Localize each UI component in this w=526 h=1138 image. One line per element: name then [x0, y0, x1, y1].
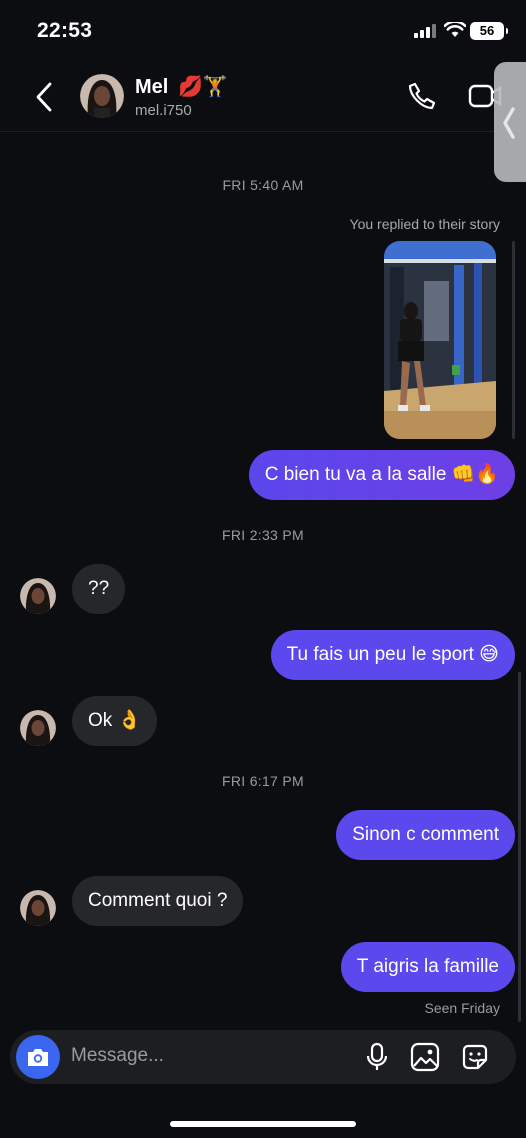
story-scroll-indicator: [512, 241, 515, 439]
contact-emoji: 💋🏋: [178, 76, 228, 98]
camera-icon: [28, 1049, 48, 1066]
chat-header: Mel 💋🏋 mel.i750: [0, 62, 526, 132]
message-list[interactable]: FRI 5:40 AM You replied to their story C…: [0, 132, 526, 1022]
back-button[interactable]: [30, 80, 60, 114]
timestamp-separator: FRI 2:33 PM: [222, 527, 304, 543]
gallery-icon[interactable]: [410, 1042, 440, 1072]
phone-icon[interactable]: [406, 80, 438, 112]
timestamp-separator: FRI 6:17 PM: [222, 773, 304, 789]
avatar[interactable]: [20, 578, 56, 614]
outgoing-message[interactable]: Sinon c comment: [336, 810, 515, 860]
message-input[interactable]: Message...: [71, 1045, 164, 1067]
status-bar: 22:53 56: [0, 0, 526, 62]
home-indicator[interactable]: [170, 1121, 356, 1127]
wifi-icon: [444, 22, 466, 37]
signal-icon: [414, 24, 438, 38]
outgoing-message[interactable]: T aigris la famille: [340, 942, 515, 992]
incoming-message[interactable]: Ok 👌: [72, 696, 158, 746]
avatar[interactable]: [20, 710, 56, 746]
incoming-message[interactable]: Comment quoi ?: [72, 876, 244, 926]
story-reply-note: You replied to their story: [349, 216, 500, 232]
incoming-message[interactable]: ??: [72, 564, 126, 614]
scrollbar[interactable]: [518, 672, 521, 1022]
message-composer: Message...: [10, 1030, 516, 1084]
avatar[interactable]: [20, 890, 56, 926]
status-time: 22:53: [37, 19, 93, 42]
story-image[interactable]: [384, 241, 496, 439]
contact-name[interactable]: Mel: [135, 76, 168, 99]
sticker-icon[interactable]: [460, 1042, 490, 1072]
outgoing-message[interactable]: C bien tu va a la salle 👊🔥: [248, 450, 515, 500]
outgoing-message[interactable]: Tu fais un peu le sport 😅: [270, 630, 515, 680]
camera-button[interactable]: [16, 1035, 60, 1079]
avatar[interactable]: [80, 74, 124, 118]
microphone-icon[interactable]: [362, 1042, 392, 1072]
contact-username[interactable]: mel.i750: [135, 102, 192, 119]
seen-status: Seen Friday: [424, 1000, 500, 1016]
timestamp-separator: FRI 5:40 AM: [222, 177, 304, 193]
battery-indicator: 56: [470, 22, 508, 40]
